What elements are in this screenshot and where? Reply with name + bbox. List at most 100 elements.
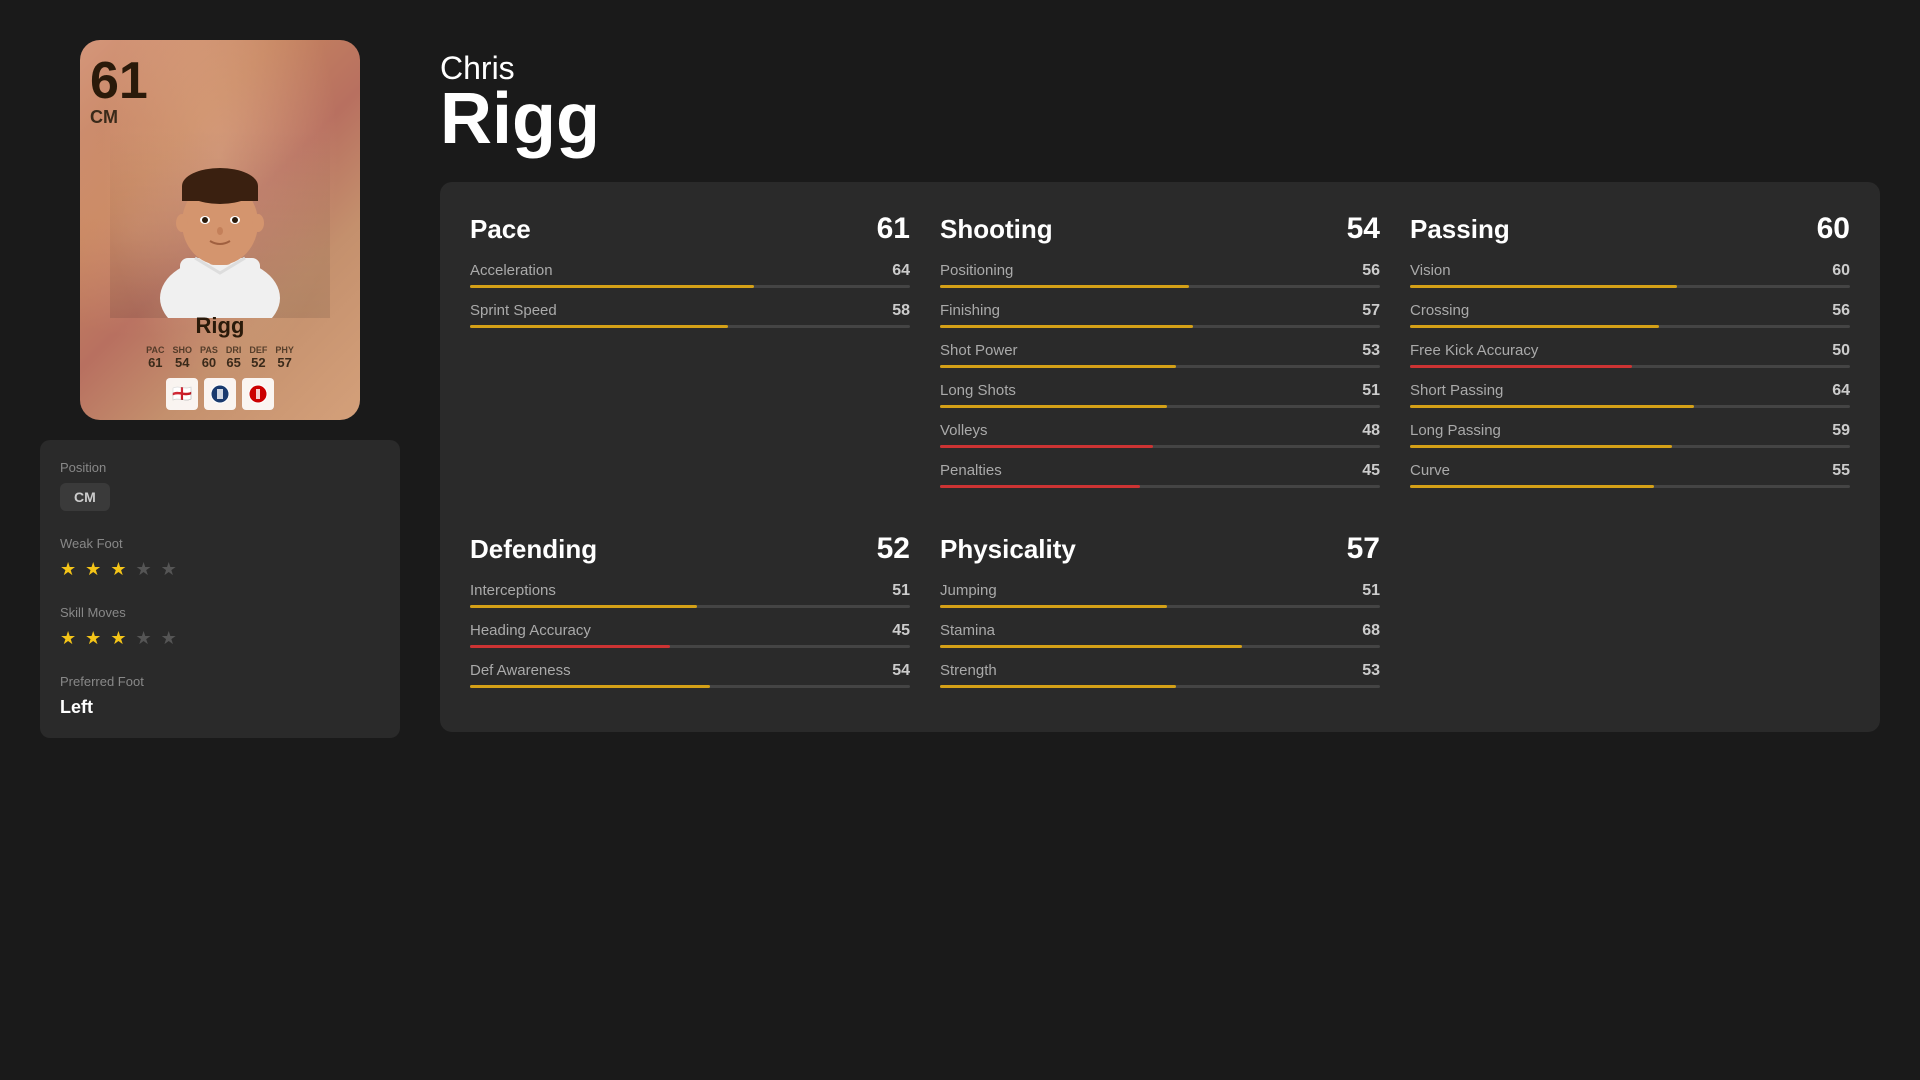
stat-bar-bg	[470, 605, 910, 608]
card-stat-pas: PAS60	[200, 345, 218, 370]
stat-value: 68	[1362, 622, 1380, 640]
stat-value: 51	[1362, 582, 1380, 600]
stat-bar-bg	[940, 605, 1380, 608]
stat-row: Vision 60	[1410, 262, 1850, 288]
stat-bar-bg	[1410, 405, 1850, 408]
stat-value: 60	[1832, 262, 1850, 280]
stat-top: Jumping 51	[940, 582, 1380, 600]
stat-bar-bg	[940, 325, 1380, 328]
passing-category: Passing 60 Vision 60 Crossing 56	[1410, 212, 1850, 502]
stat-bar-bg	[470, 285, 910, 288]
stat-row: Long Passing 59	[1410, 422, 1850, 448]
player-card: 61 CM	[80, 40, 360, 420]
stat-top: Strength 53	[940, 662, 1380, 680]
stat-name: Acceleration	[470, 262, 553, 279]
stat-top: Interceptions 51	[470, 582, 910, 600]
stat-bar-fill	[940, 485, 1140, 488]
right-panel: Chris Rigg Pace 61 Acceleration 64 Sprin…	[440, 40, 1880, 732]
stat-bar-bg	[940, 365, 1380, 368]
stat-bar-fill	[470, 685, 710, 688]
stat-name: Strength	[940, 662, 997, 679]
stat-name: Volleys	[940, 422, 988, 439]
stat-bar-fill	[940, 325, 1193, 328]
weak-foot-label: Weak Foot	[60, 536, 380, 551]
stat-bar-fill	[1410, 405, 1694, 408]
player-last-name: Rigg	[440, 87, 1880, 152]
info-panel: Position CM Weak Foot ★ ★ ★ ★ ★ Skill Mo…	[40, 440, 400, 738]
empty-cell	[1410, 532, 1850, 702]
stat-top: Sprint Speed 58	[470, 302, 910, 320]
card-rating: 61	[90, 55, 148, 107]
stat-bar-bg	[470, 685, 910, 688]
stat-top: Acceleration 64	[470, 262, 910, 280]
weak-foot-stars: ★ ★ ★ ★ ★	[60, 559, 380, 580]
badge-club1	[204, 378, 236, 410]
position-value: CM	[60, 483, 110, 511]
card-stat-sho: SHO54	[172, 345, 192, 370]
stat-row: Acceleration 64	[470, 262, 910, 288]
stat-value: 45	[1362, 462, 1380, 480]
stat-row: Penalties 45	[940, 462, 1380, 488]
weak-foot-section: Weak Foot ★ ★ ★ ★ ★	[60, 536, 380, 580]
stat-row: Positioning 56	[940, 262, 1380, 288]
stat-value: 51	[892, 582, 910, 600]
stat-bar-bg	[1410, 285, 1850, 288]
stat-bar-fill	[940, 605, 1167, 608]
physicality-header: Physicality 57	[940, 532, 1380, 566]
stat-value: 51	[1362, 382, 1380, 400]
defending-name: Defending	[470, 534, 597, 565]
stat-row: Free Kick Accuracy 50	[1410, 342, 1850, 368]
stat-value: 58	[892, 302, 910, 320]
stat-name: Positioning	[940, 262, 1013, 279]
stat-value: 64	[892, 262, 910, 280]
stat-top: Volleys 48	[940, 422, 1380, 440]
stat-value: 59	[1832, 422, 1850, 440]
stat-name: Vision	[1410, 262, 1451, 279]
stat-bar-fill	[1410, 285, 1677, 288]
card-stat-dri: DRI65	[226, 345, 242, 370]
stat-row: Finishing 57	[940, 302, 1380, 328]
stat-bar-fill	[1410, 445, 1672, 448]
stat-bar-bg	[1410, 365, 1850, 368]
stat-value: 56	[1832, 302, 1850, 320]
stat-name: Curve	[1410, 462, 1450, 479]
defending-score: 52	[877, 532, 910, 566]
stat-top: Free Kick Accuracy 50	[1410, 342, 1850, 360]
position-section: Position CM	[60, 460, 380, 511]
stat-row: Strength 53	[940, 662, 1380, 688]
stat-bar-fill	[470, 285, 754, 288]
shooting-header: Shooting 54	[940, 212, 1380, 246]
stat-top: Positioning 56	[940, 262, 1380, 280]
stat-top: Heading Accuracy 45	[470, 622, 910, 640]
stat-value: 48	[1362, 422, 1380, 440]
stat-value: 53	[1362, 662, 1380, 680]
card-top: 61 CM	[90, 55, 350, 128]
stat-top: Vision 60	[1410, 262, 1850, 280]
stat-bar-fill	[1410, 485, 1654, 488]
stats-container: Pace 61 Acceleration 64 Sprint Speed 58	[440, 182, 1880, 732]
stat-top: Short Passing 64	[1410, 382, 1850, 400]
stat-name: Crossing	[1410, 302, 1469, 319]
position-label: Position	[60, 460, 380, 475]
stat-bar-bg	[940, 445, 1380, 448]
stat-bar-bg	[1410, 485, 1850, 488]
stat-bar-fill	[1410, 325, 1659, 328]
passing-header: Passing 60	[1410, 212, 1850, 246]
passing-score: 60	[1817, 212, 1850, 246]
shooting-name: Shooting	[940, 214, 1053, 245]
physicality-name: Physicality	[940, 534, 1076, 565]
stat-top: Crossing 56	[1410, 302, 1850, 320]
passing-name: Passing	[1410, 214, 1510, 245]
stat-top: Stamina 68	[940, 622, 1380, 640]
card-name: Rigg	[196, 313, 245, 339]
stat-bar-fill	[470, 325, 728, 328]
stat-top: Def Awareness 54	[470, 662, 910, 680]
left-panel: 61 CM	[40, 40, 400, 738]
stat-top: Shot Power 53	[940, 342, 1380, 360]
pace-items: Acceleration 64 Sprint Speed 58	[470, 262, 910, 342]
card-position: CM	[90, 107, 118, 128]
stat-bar-bg	[470, 325, 910, 328]
stat-bar-fill	[940, 365, 1176, 368]
badge-flag: 🏴󠁧󠁢󠁥󠁮󠁧󠁿	[166, 378, 198, 410]
physicality-score: 57	[1347, 532, 1380, 566]
